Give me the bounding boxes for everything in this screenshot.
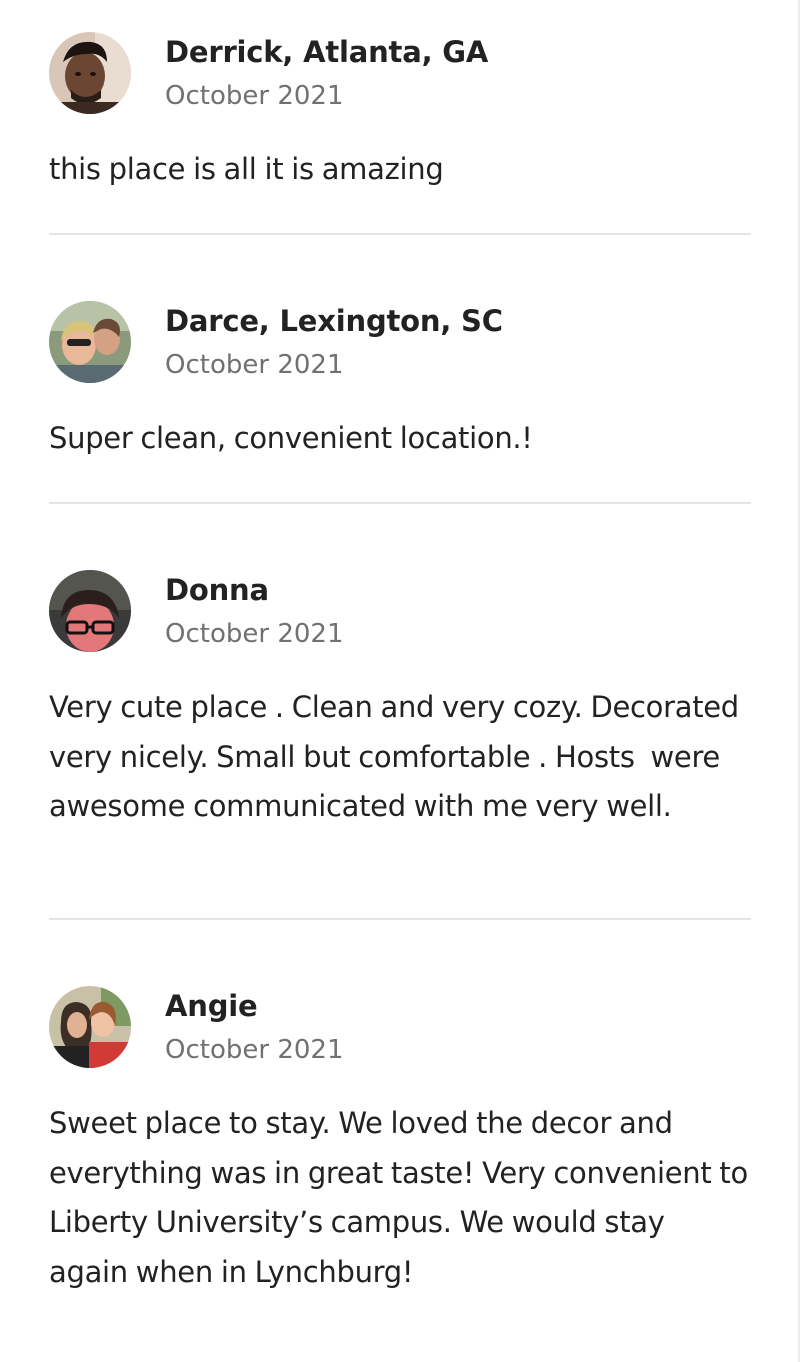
review-date: October 2021 [165,618,344,649]
review-header: Donna October 2021 [49,570,751,652]
review-text: Very cute place . Clean and very cozy. D… [49,690,747,823]
review-date: October 2021 [165,1034,344,1065]
reviewer-avatar[interactable] [49,986,131,1068]
review-item: Darce, Lexington, SC October 2021 Super … [49,235,751,504]
reviewer-avatar[interactable] [49,301,131,383]
profile-photo-two-women-icon [49,301,131,383]
reviewer-name: Darce, Lexington, SC [165,303,503,338]
review-item: Angie October 2021 Sweet place to stay. … [49,920,751,1362]
review-header: Derrick, Atlanta, GA October 2021 [49,32,751,114]
reviewer-meta: Donna October 2021 [165,572,343,651]
review-text: Super clean, convenient location.! [49,421,533,455]
reviewer-avatar[interactable] [49,570,131,652]
review-item: Donna October 2021 Very cute place . Cle… [49,504,751,920]
review-text: this place is all it is amazing [49,152,444,186]
reviewer-name: Donna [165,572,269,607]
review-text: Sweet place to stay. We loved the decor … [49,1106,756,1289]
review-date: October 2021 [165,349,344,380]
review-item: Derrick, Atlanta, GA October 2021 this p… [49,0,751,235]
reviewer-name: Derrick, Atlanta, GA [165,34,489,69]
reviewer-meta: Derrick, Atlanta, GA October 2021 [165,34,488,113]
reviewer-meta: Darce, Lexington, SC October 2021 [165,303,503,382]
profile-photo-man-icon [49,32,131,114]
review-header: Angie October 2021 [49,986,751,1068]
review-header: Darce, Lexington, SC October 2021 [49,301,751,383]
reviewer-meta: Angie October 2021 [165,988,343,1067]
review-date: October 2021 [165,80,344,111]
profile-photo-two-women-icon [49,986,131,1068]
reviewer-name: Angie [165,988,258,1023]
profile-photo-woman-glasses-icon [49,570,131,652]
reviews-list: Derrick, Atlanta, GA October 2021 this p… [49,0,751,1362]
reviewer-avatar[interactable] [49,32,131,114]
